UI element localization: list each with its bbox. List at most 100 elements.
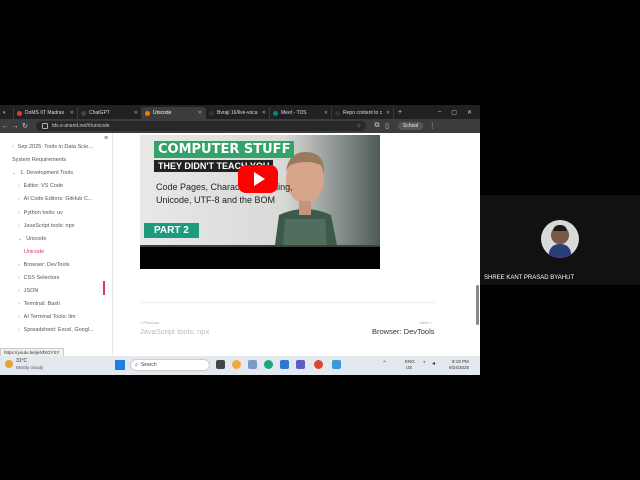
sidebar-item[interactable]: › Spreadsheet: Excel, Googl... [18, 327, 94, 333]
chrome-icon[interactable] [314, 360, 323, 369]
minimize-icon[interactable]: – [438, 109, 441, 116]
video-part-badge: PART 2 [144, 223, 199, 238]
browser-tab[interactable]: DoMS IIT Madras ✕ [14, 107, 78, 119]
sidebar-item[interactable]: › Python tools: uv [18, 210, 63, 216]
clock-time[interactable]: 8:19 PM [452, 359, 469, 364]
sidebar-item[interactable]: ⌄ Unicode [18, 236, 46, 242]
search-icon: ⌕ [135, 362, 138, 368]
sidebar-item[interactable]: › Sep 2025: Tools in Data Scie... [12, 144, 93, 150]
tab-close-icon[interactable]: ✕ [262, 110, 266, 116]
sidepanel-icon[interactable]: ▯ [382, 122, 392, 130]
browser-tab-bar: ▾ DoMS IIT Madras ✕ ChatGPT ✕ Unicode ✕ Bvraji… [0, 105, 480, 119]
sidebar-item[interactable]: System Requirements [12, 157, 66, 163]
menu-icon[interactable]: ⋮ [427, 122, 437, 130]
sidebar-item[interactable]: › AI Terminal Tools: llm [18, 314, 75, 320]
chevron-right-icon: › [18, 301, 20, 308]
copilot-icon[interactable] [232, 360, 241, 369]
sidebar-item[interactable]: Unicode [24, 249, 44, 255]
weather-icon[interactable] [5, 360, 13, 368]
new-tab-button[interactable]: + [398, 109, 402, 116]
sidebar-item-label: CSS Selectors [23, 275, 60, 281]
sidebar-item[interactable]: ⌄ 1. Development Tools [12, 170, 73, 176]
chevron-right-icon: › [18, 327, 20, 334]
search-placeholder: Search [140, 362, 157, 368]
tab-close-icon[interactable]: ✕ [70, 110, 74, 116]
sidebar-item[interactable]: › Browser: DevTools [18, 262, 70, 268]
tab-favicon-icon [209, 110, 214, 116]
back-icon[interactable]: ← [0, 123, 10, 130]
tab-label: Repo content to c [343, 110, 383, 116]
video-title: COMPUTER STUFF [154, 141, 295, 158]
sidebar-item[interactable]: › JSON [18, 288, 38, 294]
browser-tab[interactable]: ChatGPT ✕ [78, 107, 142, 119]
sidebar-item-label: JSON [23, 288, 39, 295]
tray-language[interactable]: ENG [405, 359, 415, 364]
video-player[interactable]: COMPUTER STUFF THEY DIDN'T TEACH YOU Cod… [140, 135, 380, 269]
url-text: tds.s-anand.net/#/unicode [52, 123, 110, 129]
profile-button[interactable]: School [398, 122, 424, 130]
address-bar[interactable]: tds.s-anand.net/#/unicode ☆ [36, 121, 366, 131]
forward-icon[interactable]: → [10, 123, 20, 130]
video-bottom-bar [140, 247, 380, 269]
sidebar-item[interactable]: › JavaScript tools: npx [18, 223, 74, 229]
sidebar-item[interactable]: › Terminal: Bash [18, 301, 60, 307]
chevron-right-icon: › [18, 209, 20, 216]
docs-sidebar: ≡ › Sep 2025: Tools in Data Scie... System… [0, 133, 113, 355]
tab-close-icon[interactable]: ✕ [324, 110, 328, 116]
tab-label: DoMS IIT Madras [25, 110, 65, 116]
browser-tab[interactable]: Repo content to c ✕ [332, 107, 394, 119]
tab-favicon-icon [273, 110, 278, 116]
tab-close-icon[interactable]: ✕ [386, 110, 390, 116]
file-explorer-icon[interactable] [248, 360, 257, 369]
reload-icon[interactable]: ↻ [20, 122, 30, 130]
tray-region: US [406, 365, 413, 370]
browser-tab[interactable]: Unicode ✕ [142, 107, 206, 119]
avatar-hair [553, 225, 567, 231]
windows-taskbar: 31°C Mostly cloudy ⌕ Search ⌃ ENG US ◔ ◂… [0, 356, 480, 375]
youtube-play-button[interactable] [238, 165, 278, 193]
sidebar-item[interactable]: › AI Code Editors: GitHub C... [18, 196, 92, 202]
wifi-icon[interactable]: ◔ [422, 360, 431, 369]
bookmark-star-icon[interactable]: ☆ [357, 123, 361, 129]
maximize-icon[interactable]: ▢ [451, 109, 457, 116]
page-scrollbar[interactable] [476, 285, 479, 325]
sidebar-item-label: Terminal: Bash [23, 301, 61, 308]
next-page-link[interactable]: Browser: DevTools [372, 327, 435, 336]
tab-close-icon[interactable]: ✕ [134, 110, 138, 116]
volume-icon[interactable]: ◂ [432, 360, 441, 369]
chevron-right-icon: › [18, 275, 20, 281]
tab-search-icon[interactable]: ▾ [0, 107, 14, 119]
chevron-down-icon: ⌄ [18, 235, 23, 242]
tab-close-icon[interactable]: ✕ [198, 110, 202, 116]
hamburger-icon[interactable]: ≡ [104, 135, 108, 142]
sidebar-item[interactable]: › CSS Selectors [18, 275, 59, 281]
chevron-right-icon: › [18, 288, 20, 295]
video-text-line-2: Unicode, UTF-8 and the BOM [156, 195, 276, 205]
shared-screen: ▾ DoMS IIT Madras ✕ ChatGPT ✕ Unicode ✕ Bvraji… [0, 105, 480, 375]
app-icon[interactable] [332, 360, 341, 369]
chevron-right-icon: › [18, 222, 20, 229]
tab-favicon-icon [335, 110, 340, 116]
next-caption: Next » [420, 320, 432, 325]
chevron-right-icon: › [18, 196, 20, 203]
prev-page-link[interactable]: JavaScript tools: npx [140, 327, 209, 336]
tray-chevron-icon[interactable]: ⌃ [382, 360, 391, 369]
tab-label: ChatGPT [89, 110, 110, 116]
site-info-icon[interactable] [42, 123, 48, 129]
weather-temperature[interactable]: 31°C [16, 358, 27, 364]
active-indicator [103, 281, 105, 295]
browser-tab[interactable]: Meet - TDS ✕ [270, 107, 332, 119]
tab-label: Bvraji 16/live-voca [217, 110, 258, 116]
tab-label: Unicode [153, 110, 172, 116]
close-icon[interactable]: ✕ [467, 109, 472, 116]
sidebar-item[interactable]: › Editor: VS Code [18, 183, 63, 189]
sidebar-item-label: Unicode [26, 235, 47, 242]
taskbar-search[interactable]: ⌕ Search [130, 359, 210, 371]
browser-tab[interactable]: Bvraji 16/live-voca ✕ [206, 107, 270, 119]
edge-icon[interactable] [264, 360, 273, 369]
teams-icon[interactable] [296, 360, 305, 369]
outlook-icon[interactable] [280, 360, 289, 369]
task-view-icon[interactable] [216, 360, 225, 369]
start-icon[interactable] [115, 360, 125, 370]
extensions-icon[interactable]: ⧉ [372, 122, 382, 130]
